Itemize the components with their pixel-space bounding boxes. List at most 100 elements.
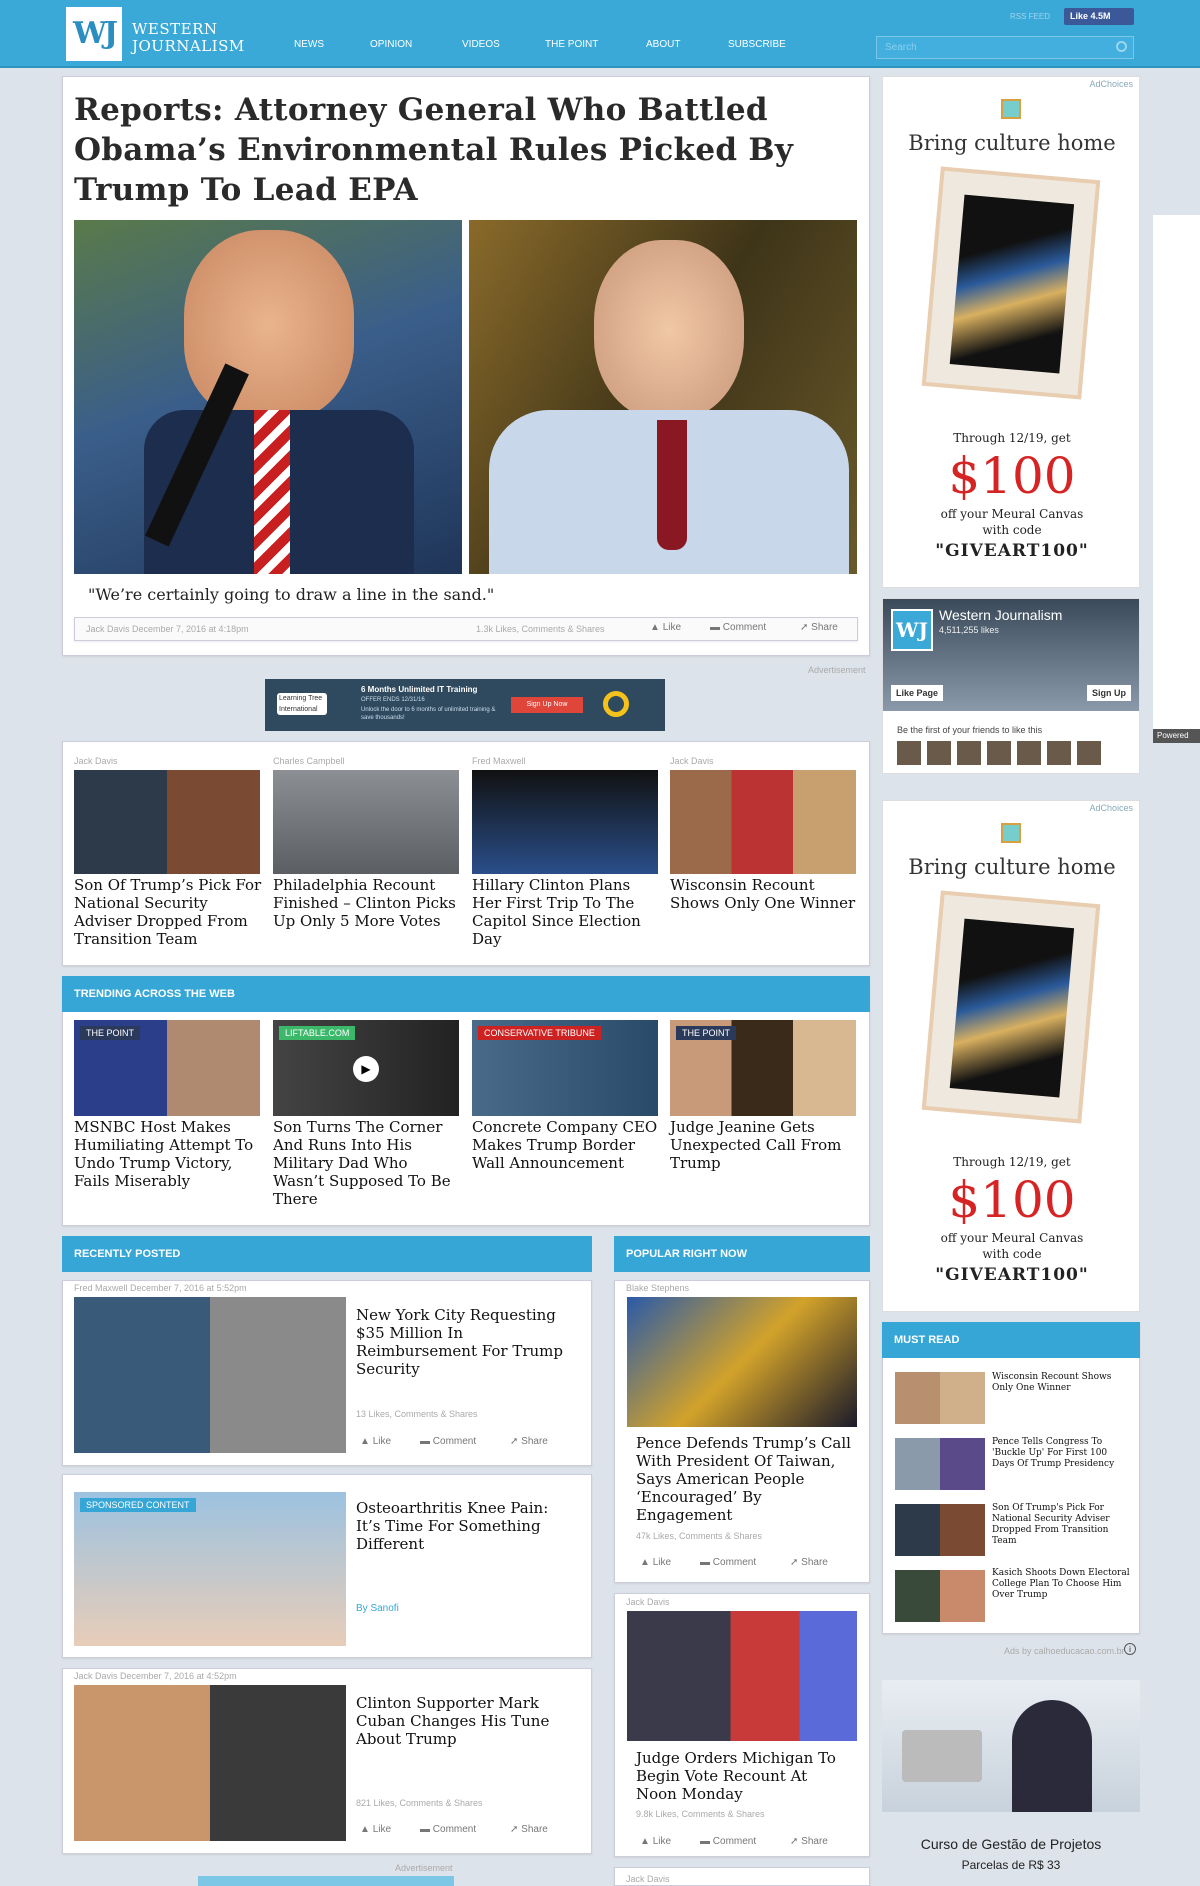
sidebar-ad-1[interactable]: AdChoices Bring culture home Through 12/… <box>882 76 1140 588</box>
main-stats: 1.3k Likes, Comments & Shares <box>476 624 605 634</box>
popular-title-2[interactable]: Judge Orders Michigan To Begin Vote Reco… <box>636 1749 851 1803</box>
banner-cta-button[interactable]: Sign Up Now <box>511 697 583 713</box>
nav-news[interactable]: NEWS <box>294 39 324 50</box>
search-placeholder: Search <box>885 42 917 53</box>
main-share-button[interactable]: ➚ Share <box>800 622 838 633</box>
must-read-image-2[interactable] <box>895 1438 985 1490</box>
sponsor-link[interactable]: By Sanofi <box>356 1603 399 1614</box>
recent-title-1[interactable]: New York City Requesting $35 Million In … <box>356 1306 576 1378</box>
info-icon[interactable]: i <box>1124 1643 1136 1655</box>
nav-opinion[interactable]: OPINION <box>370 39 412 50</box>
must-read-image-1[interactable] <box>895 1372 985 1424</box>
nav-videos[interactable]: VIDEOS <box>462 39 500 50</box>
grid-image-1[interactable] <box>74 770 260 874</box>
nav-the-point[interactable]: THE POINT <box>545 39 598 50</box>
grid-author-3: Fred Maxwell <box>472 756 526 766</box>
fb-friend-avatars[interactable] <box>897 741 1103 765</box>
rss-feed-link[interactable]: RSS FEED <box>1010 12 1050 21</box>
play-icon[interactable]: ▶ <box>353 1056 379 1082</box>
facebook-like-button[interactable]: Like 4.5M <box>1064 8 1134 25</box>
grid-image-2[interactable] <box>273 770 459 874</box>
sponsored-title[interactable]: Osteoarthritis Knee Pain: It’s Time For … <box>356 1499 576 1553</box>
grid-title-2[interactable]: Philadelphia Recount Finished – Clinton … <box>273 876 463 930</box>
ad-line-2: off your Meural Canvas <box>940 507 1084 521</box>
trending-image-3[interactable]: CONSERVATIVE TRIBUNE <box>472 1020 658 1116</box>
pruitt-photo[interactable] <box>469 220 857 574</box>
comment-label: Comment <box>712 1836 757 1847</box>
fb-sign-up-button[interactable]: Sign Up <box>1087 685 1131 701</box>
recent-share-button-1[interactable]: ➚ Share <box>510 1436 548 1447</box>
sponsored-image[interactable]: SPONSORED CONTENT <box>74 1492 346 1646</box>
trending-image-1[interactable]: THE POINT <box>74 1020 260 1116</box>
grid-title-3[interactable]: Hillary Clinton Plans Her First Trip To … <box>472 876 652 948</box>
bottom-banner-ad[interactable] <box>198 1876 454 1886</box>
main-like-button[interactable]: ▲ Like <box>650 622 681 633</box>
must-read-title-3[interactable]: Son Of Trump's Pick For National Securit… <box>992 1503 1132 1547</box>
like-label: Like <box>662 622 682 633</box>
recent-share-button-3[interactable]: ➚ Share <box>510 1824 548 1835</box>
trump-photo[interactable] <box>74 220 462 574</box>
trending-title-1[interactable]: MSNBC Host Makes Humiliating Attempt To … <box>74 1118 264 1190</box>
adchoices-link[interactable]: AdChoices <box>1089 79 1133 89</box>
main-comment-button[interactable]: ▬ Comment <box>710 622 766 633</box>
adchoices-link-2[interactable]: AdChoices <box>1089 803 1133 813</box>
fb-page-logo[interactable]: WJ <box>891 609 933 651</box>
must-read-image-4[interactable] <box>895 1570 985 1622</box>
popular-comment-button-2[interactable]: ▬ Comment <box>700 1836 756 1847</box>
training-banner-ad[interactable]: Learning Tree International 6 Months Unl… <box>265 679 665 731</box>
recent-like-button-1[interactable]: ▲ Like <box>360 1436 391 1447</box>
must-read-image-3[interactable] <box>895 1504 985 1556</box>
ad-line-3: with code <box>982 523 1042 537</box>
course-ad-image[interactable] <box>882 1680 1140 1812</box>
like-label: Like <box>652 1557 672 1568</box>
trending-heading: TRENDING ACROSS THE WEB <box>62 976 870 1012</box>
powered-by-tab[interactable]: Powered <box>1153 729 1200 743</box>
trending-image-4[interactable]: THE POINT <box>670 1020 856 1116</box>
popular-title-1[interactable]: Pence Defends Trump’s Call With Presiden… <box>636 1434 851 1524</box>
fb-like-page-button[interactable]: Like Page <box>891 685 944 701</box>
grid-title-1[interactable]: Son Of Trump’s Pick For National Securit… <box>74 876 264 948</box>
trending-image-2[interactable]: LIFTABLE.COM ▶ <box>273 1020 459 1116</box>
recent-like-button-3[interactable]: ▲ Like <box>360 1824 391 1835</box>
nav-about[interactable]: ABOUT <box>646 39 680 50</box>
site-logo[interactable]: WJ <box>66 7 122 61</box>
trending-title-4[interactable]: Judge Jeanine Gets Unexpected Call From … <box>670 1118 860 1172</box>
like-label: Like <box>652 1836 672 1847</box>
grid-image-4[interactable] <box>670 770 856 874</box>
sidebar-ad-2[interactable]: AdChoices Bring culture home Through 12/… <box>882 800 1140 1312</box>
popular-like-button-2[interactable]: ▲ Like <box>640 1836 671 1847</box>
trending-title-3[interactable]: Concrete Company CEO Makes Trump Border … <box>472 1118 662 1172</box>
trending-title-2[interactable]: Son Turns The Corner And Runs Into His M… <box>273 1118 463 1208</box>
popular-image-1[interactable] <box>627 1297 857 1427</box>
nav-subscribe[interactable]: SUBSCRIBE <box>728 39 786 50</box>
must-read-heading: MUST READ <box>882 1322 1140 1358</box>
framed-painting-2 <box>921 890 1101 1124</box>
recent-image-3[interactable] <box>74 1685 346 1841</box>
popular-share-button-1[interactable]: ➚ Share <box>790 1557 828 1568</box>
fb-page-name[interactable]: Western Journalism <box>939 607 1062 623</box>
brand-name[interactable]: WESTERN JOURNALISM <box>132 21 245 55</box>
popular-like-button-1[interactable]: ▲ Like <box>640 1557 671 1568</box>
popular-share-button-2[interactable]: ➚ Share <box>790 1836 828 1847</box>
like-label: Like <box>372 1436 392 1447</box>
popular-comment-button-1[interactable]: ▬ Comment <box>700 1557 756 1568</box>
banner-desc: Unlock the door to 6 months of unlimited… <box>361 707 496 721</box>
must-read-title-2[interactable]: Pence Tells Congress To 'Buckle Up' For … <box>992 1437 1132 1470</box>
must-read-title-1[interactable]: Wisconsin Recount Shows Only One Winner <box>992 1372 1132 1394</box>
recent-image-1[interactable] <box>74 1297 346 1453</box>
search-icon[interactable] <box>1116 41 1127 52</box>
like-label: Like <box>372 1824 392 1835</box>
recent-title-3[interactable]: Clinton Supporter Mark Cuban Changes His… <box>356 1694 576 1748</box>
brand-line-1: WESTERN <box>132 20 218 38</box>
must-read-title-4[interactable]: Kasich Shoots Down Electoral College Pla… <box>992 1568 1132 1601</box>
grid-title-4[interactable]: Wisconsin Recount Shows Only One Winner <box>670 876 860 912</box>
popular-image-2[interactable] <box>627 1611 857 1741</box>
search-input[interactable]: Search <box>876 36 1134 59</box>
course-ad-title[interactable]: Curso de Gestão de Projetos <box>882 1836 1140 1852</box>
recent-comment-button-1[interactable]: ▬ Comment <box>420 1436 476 1447</box>
site-header: WJ WESTERN JOURNALISM NEWS OPINION VIDEOS… <box>0 0 1200 68</box>
grid-image-3[interactable] <box>472 770 658 874</box>
laptop-shape <box>902 1730 982 1782</box>
recent-comment-button-3[interactable]: ▬ Comment <box>420 1824 476 1835</box>
main-headline[interactable]: Reports: Attorney General Who Battled Ob… <box>74 90 854 210</box>
